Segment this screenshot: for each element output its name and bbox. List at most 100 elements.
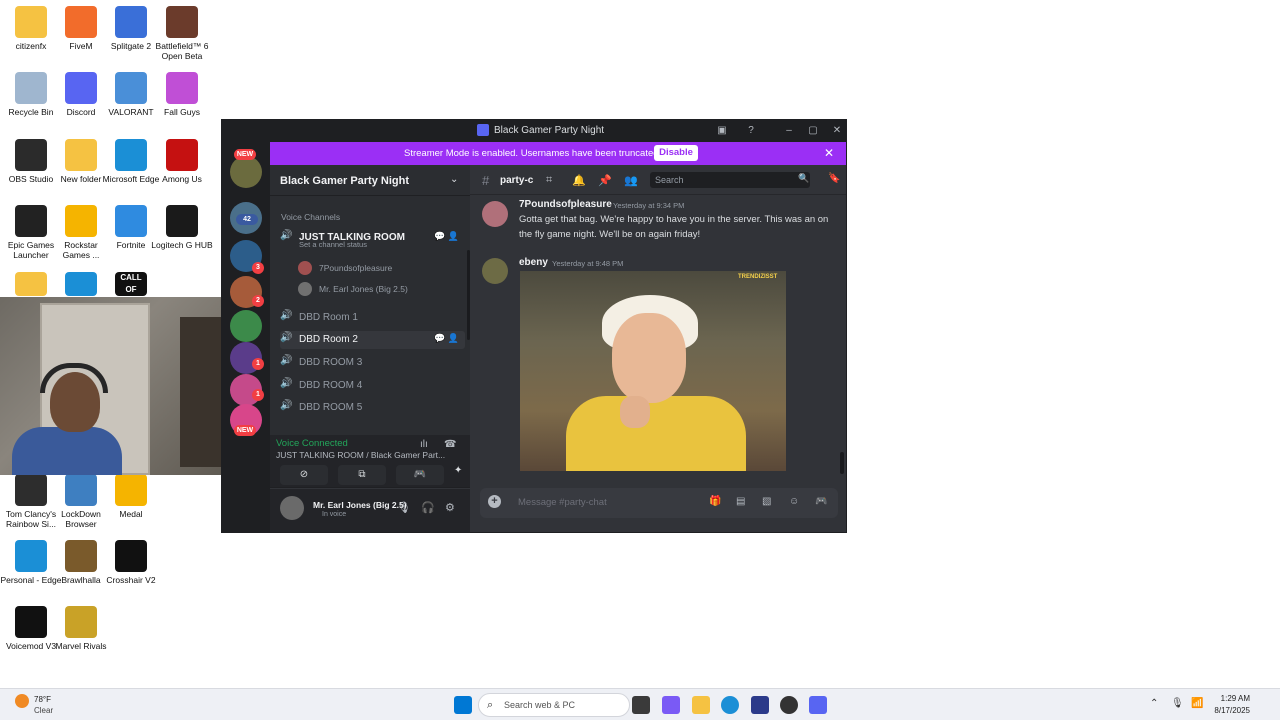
voice-location[interactable]: JUST TALKING ROOM / Black Gamer Part... (276, 450, 451, 460)
chat-icon[interactable]: 💬 👤 (434, 333, 459, 344)
help-icon[interactable]: ? (743, 123, 759, 139)
taskbar-search[interactable]: ⌕ Search web & PC (478, 693, 630, 717)
desktop-icon[interactable]: Fall Guys (151, 72, 213, 117)
server-sidebar: NEW 42 3 2 1 1 NEW (222, 142, 270, 532)
edge-icon (115, 139, 147, 171)
threads-icon[interactable]: ⌗ (546, 174, 552, 187)
headphones-icon[interactable]: 🎧 (421, 501, 435, 514)
obs-icon[interactable] (780, 696, 798, 714)
minimize-button[interactable]: – (781, 123, 797, 139)
activity-button[interactable]: 🎮 (396, 465, 444, 485)
lockdown-icon (65, 474, 97, 506)
desktop-icon[interactable]: Among Us (151, 139, 213, 184)
fivem-icon (65, 6, 97, 38)
taskbar-time[interactable]: 1:29 AM (1210, 694, 1250, 703)
screen-share-button[interactable]: ⧉ (338, 465, 386, 485)
disconnect-icon[interactable]: ☎ (444, 439, 456, 450)
gif-person-hand (620, 396, 650, 428)
start-button[interactable] (454, 696, 472, 714)
desktop-icon[interactable]: Medal (100, 474, 162, 519)
bookmark-icon[interactable]: 🔖 (828, 173, 840, 184)
gift-icon[interactable]: 🎁 (709, 496, 721, 507)
search-icon: ⌕ (487, 699, 494, 711)
member-name: Mr. Earl Jones (Big 2.5) (319, 284, 408, 294)
settings-gear-icon[interactable]: ⚙ (445, 501, 455, 514)
chat-icon[interactable]: 💬 👤 (434, 231, 459, 242)
channel-dbd-room-3[interactable]: 🔊 DBD ROOM 3 (280, 354, 465, 372)
camera-off-button[interactable]: ⊘ (280, 465, 328, 485)
folder-icon (15, 6, 47, 38)
folder-icon (65, 139, 97, 171)
channel-dbd-room-2[interactable]: 🔊 DBD Room 2 💬 👤 (280, 331, 465, 349)
task-view-icon[interactable] (632, 696, 650, 714)
gif-icon[interactable]: ▤ (736, 496, 745, 507)
channel-name: DBD Room 2 (299, 334, 358, 345)
voice-connected-status[interactable]: Voice Connected (276, 438, 348, 449)
battlefield-icon (166, 6, 198, 38)
apps-icon[interactable]: 🎮 (815, 496, 827, 507)
channel-status[interactable]: Set a channel status (299, 240, 367, 249)
notification-bell-icon[interactable]: 🔔 (572, 174, 586, 187)
avatar[interactable] (280, 496, 304, 520)
discord-icon[interactable] (809, 696, 827, 714)
microphone-icon[interactable]: 🎙 (1171, 698, 1184, 709)
message-input[interactable]: Message #party-chat (518, 497, 607, 508)
add-attachment-icon[interactable]: + (488, 495, 501, 508)
search-input[interactable]: Search (650, 172, 810, 188)
edge-icon[interactable] (721, 696, 739, 714)
taskbar-date[interactable]: 8/17/2025 (1202, 706, 1250, 715)
weather-condition[interactable]: Clear (34, 706, 53, 715)
soundboard-icon[interactable]: ✦ (454, 465, 462, 476)
chat-header: # party-c ⌗ 🔔 📌 👥 Search 🔍 🔖 (470, 165, 846, 195)
message-author[interactable]: 7Poundsofpleasure (519, 199, 612, 210)
desktop-icon[interactable]: Logitech G HUB (151, 205, 213, 250)
chevron-up-icon[interactable]: ⌃ (1150, 698, 1158, 709)
microphone-icon[interactable]: 🎙 (397, 501, 411, 514)
sticker-icon[interactable]: ▧ (762, 496, 771, 507)
server-name[interactable]: Black Gamer Party Night (280, 175, 409, 187)
disable-streamer-button[interactable]: Disable (654, 145, 698, 161)
desktop-icon[interactable]: Crosshair V2 (100, 540, 162, 585)
call-of-duty-icon[interactable]: CALL OF DUTY (115, 272, 147, 296)
channel-name: DBD ROOM 5 (299, 402, 363, 413)
file-explorer-icon[interactable] (692, 696, 710, 714)
inbox-icon[interactable]: ▣ (714, 123, 730, 139)
desktop-icon[interactable]: Marvel Rivals (50, 606, 112, 651)
message-author[interactable]: ebeny (519, 257, 548, 268)
noise-suppression-icon[interactable]: ılı (420, 439, 428, 450)
server-icon[interactable] (230, 310, 262, 342)
user-name[interactable]: Mr. Earl Jones (Big 2.5) (313, 500, 407, 510)
message-timestamp: Yesterday at 9:34 PM (613, 201, 685, 210)
webcam-overlay (0, 297, 235, 475)
among-us-icon (166, 139, 198, 171)
chat-scrollbar[interactable] (840, 452, 844, 474)
member-list-icon[interactable]: 👥 (624, 174, 638, 187)
voicemod-icon (15, 606, 47, 638)
fortnite-icon (115, 205, 147, 237)
desktop-icon-label: Medal (119, 509, 143, 519)
channel-dbd-room-4[interactable]: 🔊 DBD ROOM 4 (280, 377, 465, 395)
close-banner-icon[interactable]: ✕ (824, 146, 834, 160)
avatar[interactable] (482, 201, 508, 227)
folder-icon[interactable] (15, 272, 47, 296)
maximize-button[interactable]: ▢ (805, 123, 821, 139)
edge-icon[interactable] (65, 272, 97, 296)
copilot-icon[interactable] (662, 696, 680, 714)
channel-dbd-room-1[interactable]: 🔊 DBD Room 1 (280, 309, 465, 327)
message-composer[interactable]: + Message #party-chat 🎁 ▤ ▧ ☺ 🎮 (480, 488, 838, 518)
voice-channels-header[interactable]: Voice Channels (281, 212, 340, 222)
lockdown-browser-icon[interactable] (751, 696, 769, 714)
gif-attachment[interactable]: TRENDIZISST (520, 271, 786, 471)
channel-dbd-room-5[interactable]: 🔊 DBD ROOM 5 (280, 399, 465, 417)
pin-icon[interactable]: 📌 (598, 174, 612, 187)
weather-icon[interactable] (15, 694, 29, 708)
weather-temperature[interactable]: 78°F (34, 695, 51, 704)
avatar[interactable] (482, 258, 508, 284)
desktop-icon[interactable]: Battlefield™ 6 Open Beta (151, 6, 213, 61)
chevron-down-icon[interactable]: ⌄ (450, 174, 458, 185)
close-window-button[interactable]: ✕ (829, 123, 845, 139)
emoji-icon[interactable]: ☺ (789, 496, 799, 507)
user-panel: Mr. Earl Jones (Big 2.5) In voice 🎙 🎧 ⚙ (270, 489, 470, 532)
voice-connection-panel: Voice Connected JUST TALKING ROOM / Blac… (270, 435, 470, 488)
server-icon[interactable] (230, 156, 262, 188)
